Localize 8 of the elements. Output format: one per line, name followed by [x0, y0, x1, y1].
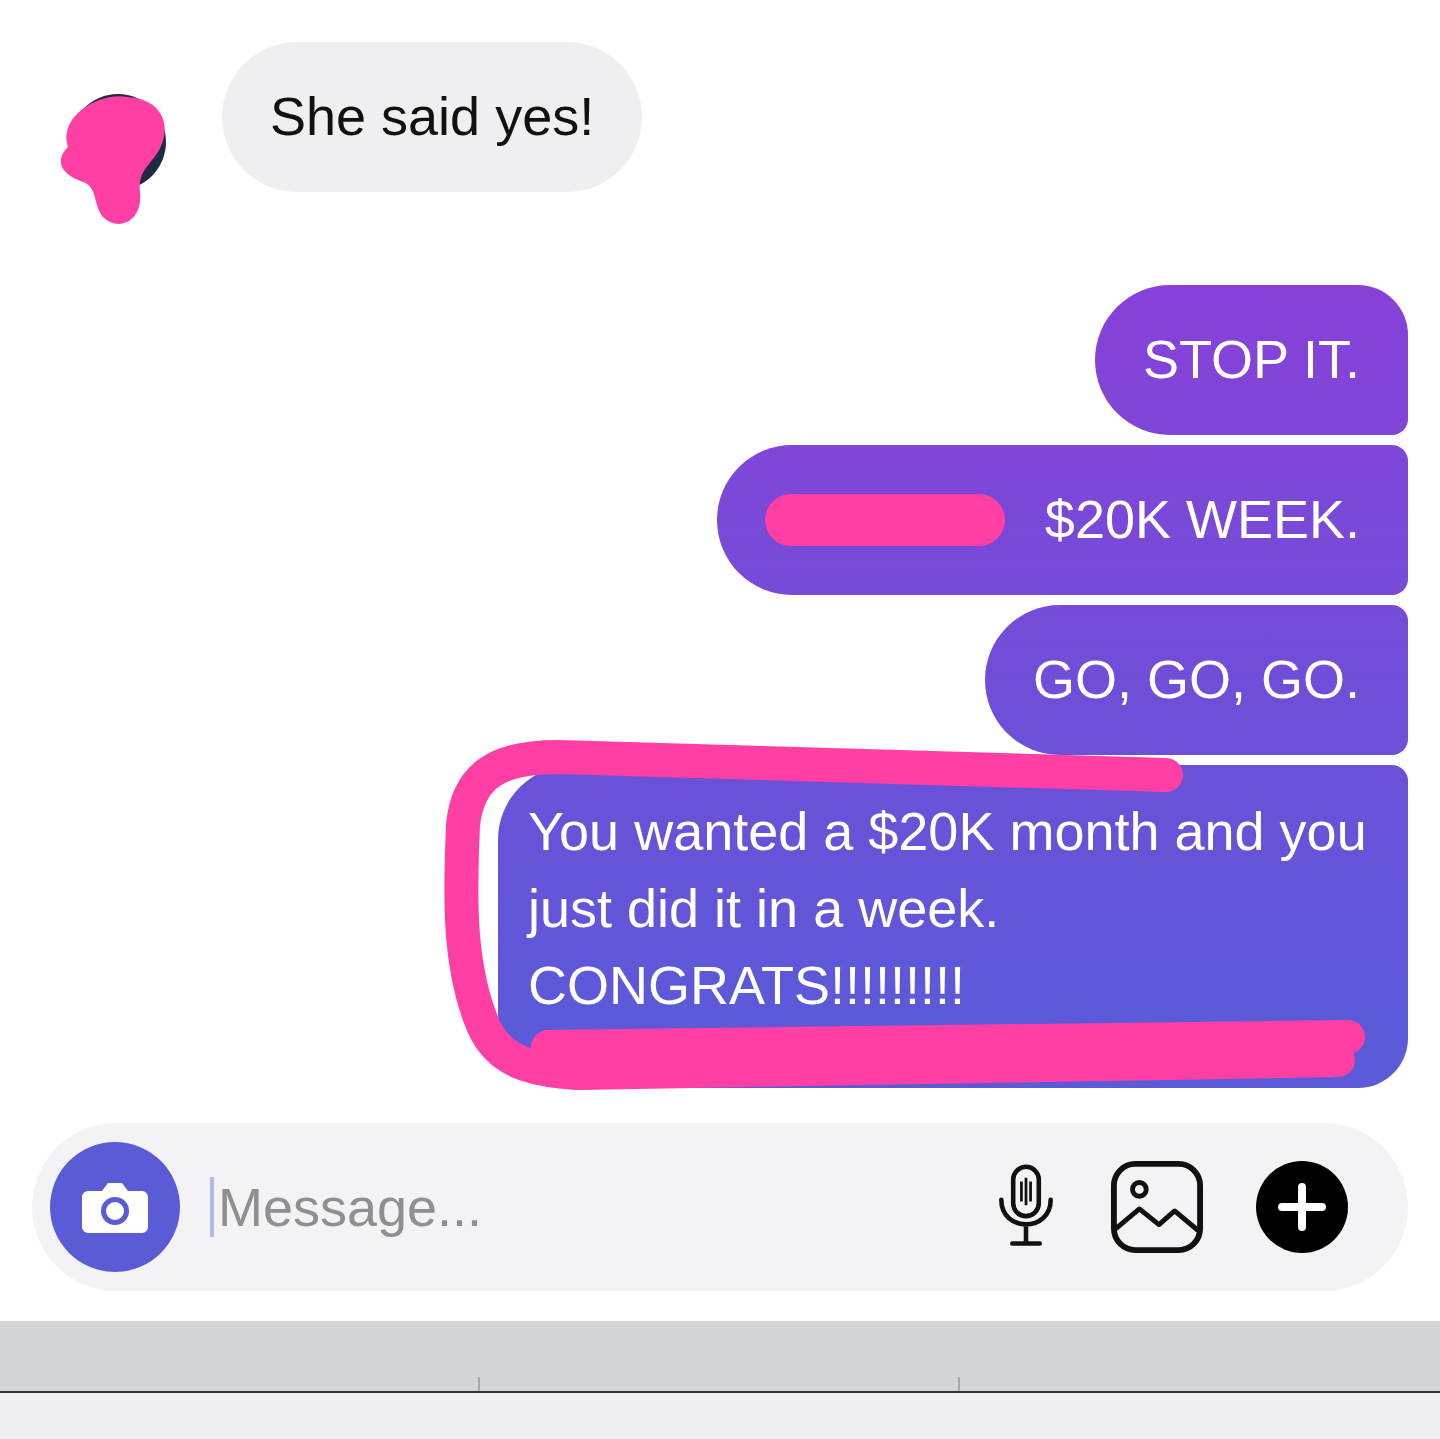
message-bubble: She said yes! [222, 42, 643, 192]
message-text: STOP IT. [1142, 328, 1360, 391]
message-field[interactable]: Message... [214, 1176, 942, 1238]
image-icon[interactable] [1110, 1160, 1204, 1254]
plus-icon[interactable] [1256, 1161, 1348, 1253]
message-text: $20K WEEK. [1044, 488, 1360, 551]
message-text: You wanted a $20K month and you just did it in a week. CONGRATS!!!!!!!!! [528, 800, 1368, 1017]
message-text: GO, GO, GO. [1032, 648, 1360, 711]
